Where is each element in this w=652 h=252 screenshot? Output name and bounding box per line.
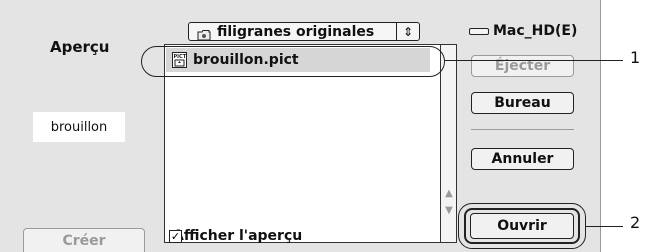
preview-file-name: brouillon — [50, 119, 108, 135]
callout-oval-2 — [458, 203, 586, 249]
eject-button[interactable]: Éjecter — [471, 55, 574, 77]
callout-line-1 — [445, 60, 623, 61]
popup-arrows-icon: ⇕ — [396, 23, 419, 40]
callout-number-2: 2 — [630, 213, 641, 232]
desktop-button[interactable]: Bureau — [471, 92, 574, 114]
disk-icon — [469, 27, 489, 35]
cancel-button[interactable]: Annuler — [471, 148, 574, 170]
folder-popup-label: filigranes originales — [217, 23, 375, 40]
folder-popup[interactable]: filigranes originales ⇕ — [188, 22, 420, 41]
callout-line-2 — [586, 226, 623, 227]
volume-label: Mac_HD(E) — [493, 23, 578, 39]
scroll-up-icon[interactable]: ▲ — [442, 185, 456, 201]
scroll-down-icon[interactable]: ▼ — [442, 202, 456, 218]
create-button[interactable]: Créer — [23, 228, 145, 252]
preview-thumbnail: brouillon — [33, 112, 125, 142]
folder-icon — [197, 26, 211, 41]
preview-title: Aperçu — [50, 38, 110, 56]
show-preview-toggle[interactable]: ✓ Afficher l'aperçu — [169, 228, 302, 244]
divider — [471, 129, 574, 130]
callout-oval-1 — [141, 46, 445, 77]
scrollbar[interactable]: ▲ ▼ — [440, 45, 456, 242]
callout-number-1: 1 — [630, 48, 641, 67]
checkbox-checked-icon[interactable]: ✓ — [169, 229, 182, 243]
volume-indicator: Mac_HD(E) — [469, 23, 577, 39]
show-preview-label: Afficher l'aperçu — [173, 228, 303, 244]
